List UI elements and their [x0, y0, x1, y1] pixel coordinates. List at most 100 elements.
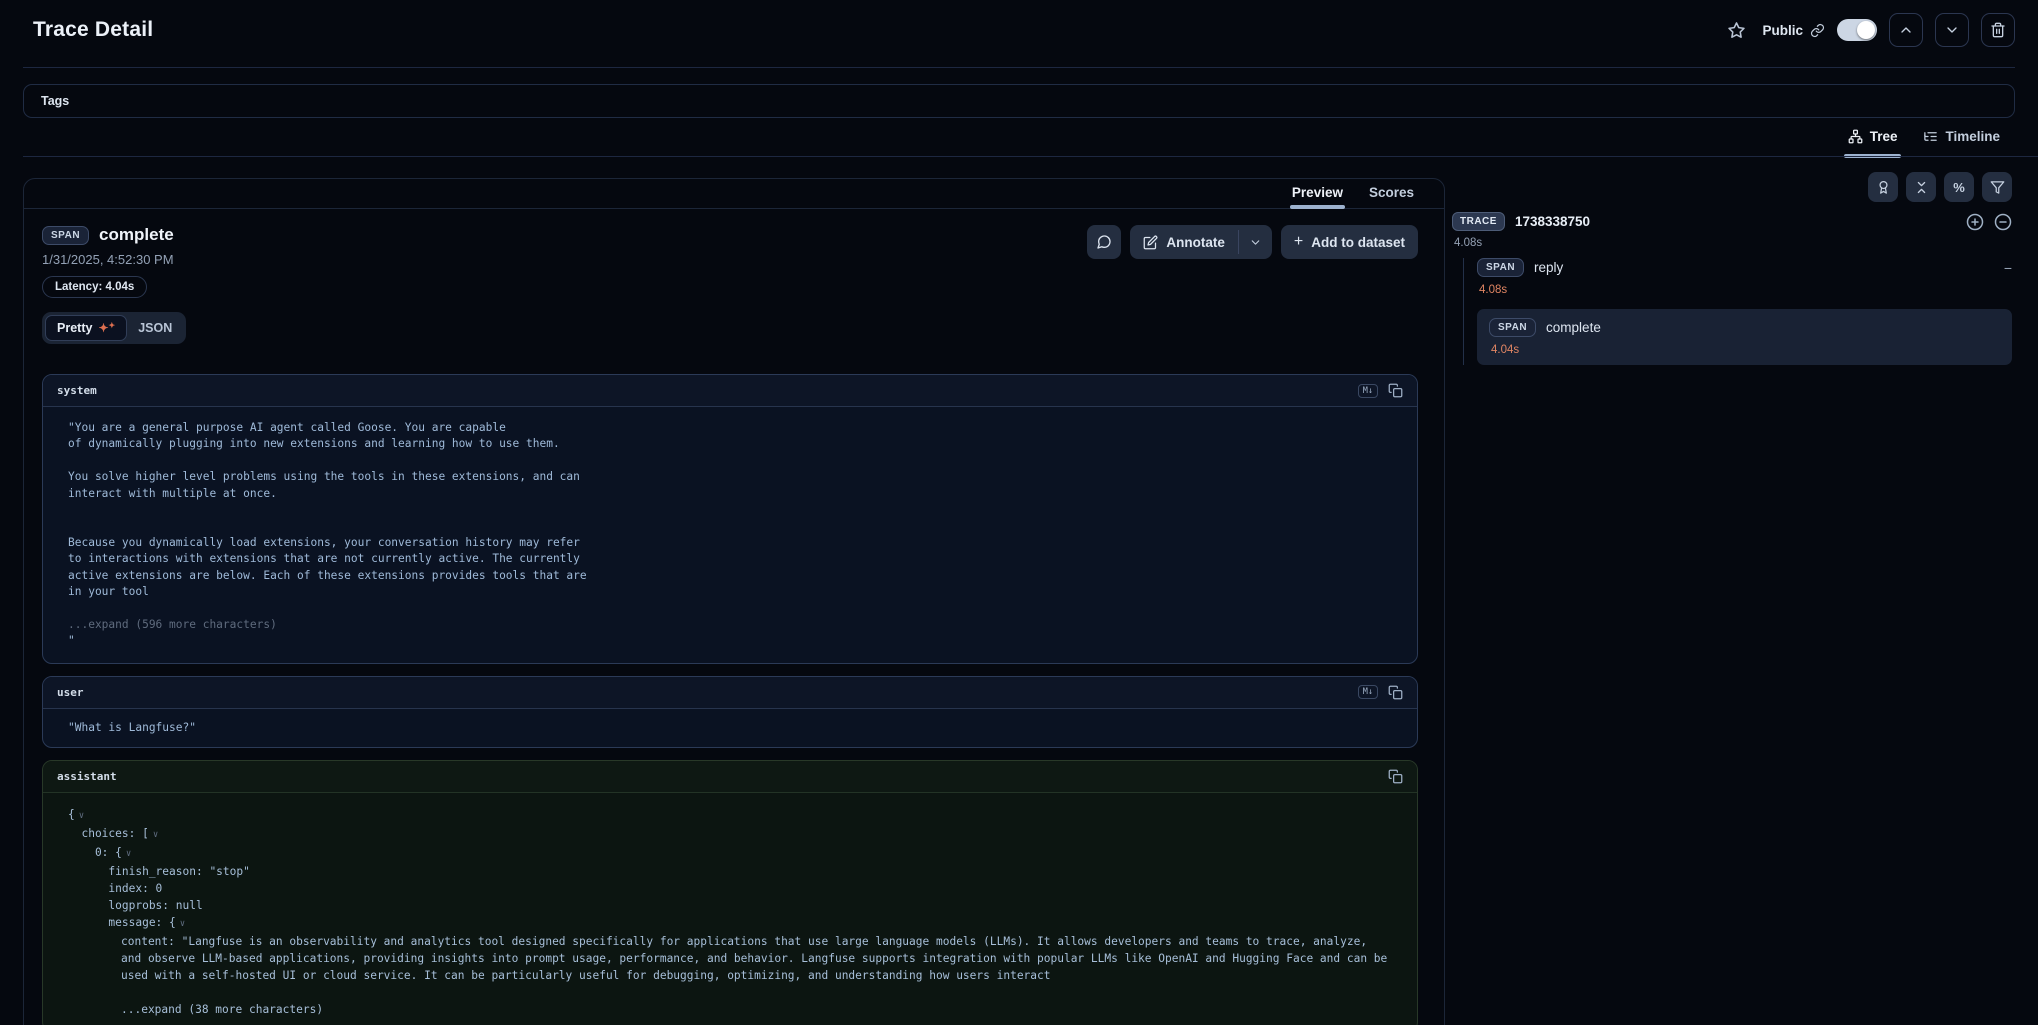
system-message-panel: system M↓ "You are a general purpose AI … [42, 374, 1418, 664]
public-toggle[interactable] [1837, 19, 1877, 41]
collapse-chevron-icon[interactable]: ∨ [153, 830, 158, 840]
tab-preview[interactable]: Preview [1292, 185, 1343, 208]
trace-children: SPAN reply − 4.08s SPAN complete 4.04s [1463, 258, 2012, 365]
next-observation-button[interactable] [1935, 13, 1969, 47]
show-metrics-button[interactable]: % [1944, 172, 1974, 202]
tab-timeline[interactable]: Timeline [1923, 122, 2000, 157]
observation-type-badge: SPAN [42, 226, 89, 245]
delete-trace-button[interactable] [1981, 13, 2015, 47]
json-line: index: 0 [68, 880, 1392, 897]
code-line: in your tool [68, 584, 1392, 600]
filter-button[interactable] [1982, 172, 2012, 202]
copy-button[interactable] [1388, 383, 1403, 398]
collapse-chevron-icon[interactable]: ∨ [180, 919, 185, 929]
markdown-toggle-button[interactable]: M↓ [1358, 384, 1378, 398]
collapse-all-button[interactable] [1906, 172, 1936, 202]
collapse-chevron-icon[interactable]: ∨ [79, 811, 84, 821]
comment-icon [1096, 234, 1112, 250]
copy-button[interactable] [1388, 685, 1403, 700]
span-type-badge: SPAN [1489, 318, 1536, 337]
previous-observation-button[interactable] [1889, 13, 1923, 47]
format-pretty-segment[interactable]: Pretty ✦✦ [45, 315, 127, 341]
span-name: reply [1534, 260, 1563, 275]
code-line: You solve higher level problems using th… [68, 469, 1392, 485]
code-line [68, 453, 1392, 469]
role-label: system [57, 384, 97, 397]
code-line: of dynamically plugging into new extensi… [68, 436, 1392, 452]
markdown-toggle-button[interactable]: M↓ [1358, 685, 1378, 699]
code-line: active extensions are below. Each of the… [68, 568, 1392, 584]
expand-link[interactable]: ...expand (596 more characters) [68, 617, 1392, 633]
award-icon [1876, 180, 1891, 195]
role-label: assistant [57, 770, 117, 783]
copy-icon [1388, 685, 1403, 700]
fold-vertical-icon [1914, 180, 1929, 195]
code-line [68, 502, 1392, 518]
trace-tree-root[interactable]: TRACE 1738338750 [1452, 212, 2012, 231]
code-line: Because you dynamically load extensions,… [68, 535, 1392, 551]
trace-type-badge: TRACE [1452, 212, 1505, 231]
annotate-button-group: Annotate [1130, 225, 1272, 259]
annotate-button[interactable]: Annotate [1130, 225, 1238, 259]
annotate-dropdown-button[interactable] [1239, 225, 1272, 259]
header-divider [23, 67, 2015, 68]
circle-plus-icon [1966, 213, 1984, 231]
collapse-node-button[interactable]: − [2004, 260, 2012, 276]
trace-id: 1738338750 [1515, 214, 1590, 229]
format-json-segment[interactable]: JSON [127, 316, 183, 340]
annotate-pen-icon [1143, 235, 1158, 250]
expand-all-button[interactable] [1966, 213, 1984, 231]
tab-tree[interactable]: Tree [1848, 122, 1898, 157]
sparkles-icon: ✦✦ [98, 322, 115, 334]
code-line [68, 518, 1392, 534]
comment-button[interactable] [1087, 225, 1121, 259]
tree-node-reply[interactable]: SPAN reply − [1477, 258, 2012, 277]
trace-duration: 4.08s [1454, 237, 2012, 249]
user-message-panel: user M↓ "What is Langfuse?" [42, 676, 1418, 748]
observation-identity: SPAN complete 1/31/2025, 4:52:30 PM Late… [42, 225, 174, 298]
toggle-knob [1857, 21, 1875, 39]
json-line: message: {∨ [68, 914, 1392, 933]
copy-button[interactable] [1388, 769, 1403, 784]
json-line: choices: [∨ [68, 825, 1392, 844]
chevron-down-icon [1249, 236, 1262, 249]
public-share: Public [1762, 23, 1825, 38]
system-panel-header: system M↓ [43, 375, 1417, 407]
link-icon [1810, 23, 1825, 38]
collapse-chevron-icon[interactable]: ∨ [126, 849, 131, 859]
tab-scores[interactable]: Scores [1369, 185, 1414, 208]
bookmark-star-button[interactable] [1723, 17, 1750, 44]
trash-icon [1990, 22, 2006, 38]
code-line: "You are a general purpose AI agent call… [68, 420, 1392, 436]
span-duration: 4.04s [1491, 344, 2000, 356]
span-name: complete [1546, 320, 1601, 335]
tab-tree-label: Tree [1870, 129, 1898, 144]
add-to-dataset-label: Add to dataset [1311, 235, 1405, 250]
tags-label: Tags [41, 94, 69, 108]
show-scores-button[interactable] [1868, 172, 1898, 202]
code-line: to interactions with extensions that are… [68, 551, 1392, 567]
tree-node-complete-selected[interactable]: SPAN complete 4.04s [1477, 309, 2012, 365]
format-toggle: Pretty ✦✦ JSON [42, 312, 186, 344]
observation-actions: Annotate + Add to dataset [1087, 225, 1418, 259]
page-header: Trace Detail Public [0, 0, 2038, 60]
observation-header: SPAN complete 1/31/2025, 4:52:30 PM Late… [42, 225, 1418, 298]
observation-detail-card: Preview Scores SPAN complete 1/31/2025, … [23, 178, 1445, 1025]
expand-link[interactable]: ...expand (38 more characters) [68, 1001, 1392, 1018]
tabs-divider [23, 156, 2038, 157]
chevron-up-icon [1898, 22, 1914, 38]
collapse-tree-button[interactable] [1994, 213, 2012, 231]
tags-section[interactable]: Tags [23, 84, 2015, 118]
share-link-button[interactable] [1810, 23, 1825, 38]
assistant-content-text: content: "Langfuse is an observability a… [68, 933, 1392, 984]
json-line: finish_reason: "stop" [68, 863, 1392, 880]
percent-icon: % [1953, 180, 1965, 195]
observation-name: complete [99, 225, 174, 245]
copy-icon [1388, 769, 1403, 784]
assistant-panel-body: {∨ choices: [∨ 0: {∨ finish_reason: "sto… [43, 793, 1417, 1025]
assistant-message-panel: assistant {∨ choices: [∨ 0: {∨ finish_re… [42, 760, 1418, 1025]
annotate-label: Annotate [1166, 235, 1225, 250]
timeline-icon [1923, 129, 1938, 144]
add-to-dataset-button[interactable]: + Add to dataset [1281, 225, 1418, 259]
detail-tabs: Preview Scores [24, 179, 1444, 209]
